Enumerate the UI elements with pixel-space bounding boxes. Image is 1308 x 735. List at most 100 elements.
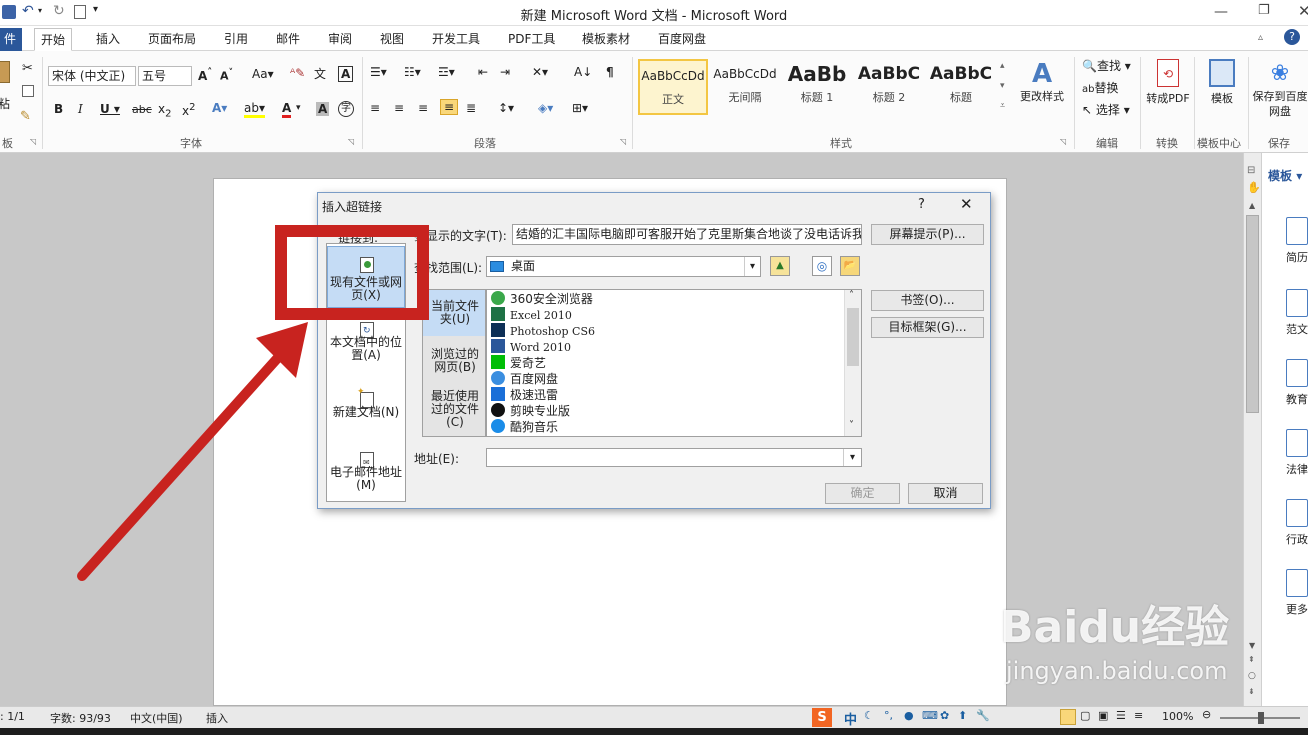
zoom-slider[interactable] (1220, 712, 1300, 724)
underline-icon[interactable]: U ▾ (100, 102, 120, 116)
clipboard-launcher-icon[interactable]: ◹ (30, 137, 36, 146)
task-item-essays[interactable]: 范文 (1286, 289, 1308, 337)
side-tab-current-folder[interactable]: 当前文件夹(U) (423, 300, 487, 326)
superscript-icon[interactable]: x2 (182, 102, 195, 118)
distributed-icon[interactable]: ≣ (466, 101, 476, 115)
sogou-ime-icon[interactable]: S (812, 708, 832, 727)
file-scroll-up-icon[interactable]: ˄ (849, 290, 854, 301)
tab-view[interactable]: 视图 (374, 28, 410, 51)
display-text-input[interactable]: 结婚的汇丰国际电脑即可客服开始了克里斯集合地谈了没电话诉我 (512, 224, 862, 245)
zoom-slider-thumb[interactable] (1258, 712, 1264, 724)
browse-web-icon[interactable]: ◎ (812, 256, 832, 276)
change-case-icon[interactable]: Aa▾ (252, 67, 274, 81)
grow-font-icon[interactable]: A˄ (198, 67, 212, 83)
task-item-education[interactable]: 教育 (1286, 359, 1308, 407)
increase-indent-icon[interactable]: ⇥ (500, 65, 510, 79)
line-spacing-icon[interactable]: ↕▾ (498, 101, 514, 115)
justify-icon[interactable]: ≡ (440, 99, 459, 115)
format-painter-icon[interactable]: ✎ (20, 109, 31, 124)
ime-keyboard-icon[interactable]: ⌨ (922, 709, 938, 722)
file-item-baidu-netdisk[interactable]: 百度网盘 (491, 371, 558, 387)
paste-button[interactable]: 粘 (0, 95, 10, 113)
style-heading-1[interactable]: AaBb 标题 1 (782, 59, 852, 115)
save-to-baidu-button[interactable]: ❀ 保存到百度网盘 (1252, 59, 1308, 119)
link-email-address[interactable]: 电子邮件地址(M) (327, 466, 405, 492)
style-heading-2[interactable]: AaBbC 标题 2 (854, 59, 924, 115)
view-full-screen-icon[interactable]: ▢ (1080, 709, 1090, 722)
file-item-kugou[interactable]: 酷狗音乐 (491, 419, 558, 435)
status-word-count[interactable]: 字数: 93/93 (50, 710, 111, 726)
ime-shirt-icon[interactable]: ⬆ (958, 709, 967, 722)
shrink-font-icon[interactable]: A˅ (220, 67, 233, 83)
style-no-spacing[interactable]: AaBbCcDd 无间隔 (710, 59, 780, 115)
italic-icon[interactable]: I (78, 102, 83, 116)
strikethrough-icon[interactable]: abc (132, 103, 152, 116)
tab-page-layout[interactable]: 页面布局 (142, 28, 202, 51)
tab-template-materials[interactable]: 模板素材 (576, 28, 636, 51)
align-center-icon[interactable]: ≡ (394, 101, 404, 115)
change-styles-button[interactable]: A 更改样式 (1016, 59, 1068, 104)
dialog-help-button[interactable]: ? (918, 197, 925, 212)
sort-icon[interactable]: A↓ (574, 65, 592, 79)
tab-review[interactable]: 审阅 (322, 28, 358, 51)
task-item-admin[interactable]: 行政 (1286, 499, 1308, 547)
clear-format-icon[interactable]: ᴬ✎ (290, 66, 305, 80)
bookmark-button[interactable]: 书签(O)... (871, 290, 984, 311)
phonetic-guide-icon[interactable]: 文 (314, 65, 326, 82)
tab-file[interactable]: 件 (0, 28, 23, 51)
ime-voice-icon[interactable]: ● (904, 709, 914, 722)
restore-button[interactable]: ❐ (1258, 3, 1270, 18)
hand-icon[interactable]: ✋ (1247, 181, 1261, 194)
file-item-xunlei[interactable]: 极速迅雷 (491, 387, 558, 403)
look-in-dropdown-icon[interactable]: ▾ (744, 257, 760, 276)
styles-scroll-down-icon[interactable]: ▾ (1000, 81, 1005, 91)
font-name-combo[interactable]: 宋体 (中文正) (48, 66, 136, 86)
zoom-level[interactable]: 100% (1162, 710, 1193, 723)
decrease-indent-icon[interactable]: ⇤ (478, 65, 488, 79)
ruler-toggle-icon[interactable]: ⊟ (1247, 165, 1255, 176)
address-dropdown-icon[interactable]: ▾ (843, 449, 861, 466)
font-color-dropdown-icon[interactable]: ▾ (296, 103, 301, 113)
align-left-icon[interactable]: ≡ (370, 101, 380, 115)
paragraph-launcher-icon[interactable]: ◹ (620, 137, 626, 146)
cancel-button[interactable]: 取消 (908, 483, 983, 504)
status-page[interactable]: : 1/1 (0, 710, 25, 723)
text-effects-icon[interactable]: A▾ (212, 101, 227, 115)
tab-insert[interactable]: 插入 (90, 28, 126, 51)
file-item-word[interactable]: Word 2010 (491, 339, 571, 355)
view-print-layout-icon[interactable] (1060, 709, 1076, 725)
numbering-icon[interactable]: ☷▾ (404, 65, 421, 79)
dialog-close-icon[interactable]: ✕ (960, 195, 973, 213)
cut-icon[interactable]: ✂ (22, 61, 33, 76)
tab-baidu-netdisk[interactable]: 百度网盘 (652, 28, 712, 51)
styles-scroll-up-icon[interactable]: ▴ (1000, 61, 1005, 71)
ime-tools-icon[interactable]: 🔧 (976, 709, 990, 722)
tab-references[interactable]: 引用 (218, 28, 254, 51)
side-tab-recent-files[interactable]: 最近使用过的文件(C) (423, 390, 487, 429)
task-item-resume[interactable]: 简历 (1286, 217, 1308, 265)
ime-moon-icon[interactable]: ☾ (864, 709, 874, 722)
browse-file-icon[interactable]: 📂 (840, 256, 860, 276)
ok-button[interactable]: 确定 (825, 483, 900, 504)
enclose-char-icon[interactable]: 字 (338, 101, 354, 117)
address-input[interactable]: ▾ (486, 448, 862, 467)
highlight-icon[interactable]: ab▾ (244, 101, 265, 118)
scroll-thumb[interactable] (1246, 215, 1259, 413)
style-title[interactable]: AaBbC 标题 (926, 59, 996, 115)
link-this-document[interactable]: 本文档中的位置(A) (327, 336, 405, 362)
styles-more-icon[interactable]: ⩡ (1000, 101, 1005, 111)
side-tab-browsed-pages[interactable]: 浏览过的网页(B) (423, 348, 487, 374)
file-item-jianying[interactable]: 剪映专业版 (491, 403, 570, 419)
tab-developer[interactable]: 开发工具 (426, 28, 486, 51)
file-item-excel[interactable]: Excel 2010 (491, 307, 572, 323)
select-button[interactable]: ↖ 选择 ▾ (1082, 101, 1130, 119)
tab-home[interactable]: 开始 (34, 28, 73, 51)
file-scroll-down-icon[interactable]: ˅ (849, 420, 854, 431)
font-color-icon[interactable]: A (282, 101, 292, 118)
copy-icon[interactable] (22, 85, 34, 97)
ime-skin-icon[interactable]: ✿ (940, 709, 949, 722)
view-web-layout-icon[interactable]: ▣ (1098, 709, 1108, 722)
file-list[interactable]: 360安全浏览器 Excel 2010 Photoshop CS6 Word 2… (486, 289, 862, 437)
align-right-icon[interactable]: ≡ (418, 101, 428, 115)
screen-tip-button[interactable]: 屏幕提示(P)... (871, 224, 984, 245)
